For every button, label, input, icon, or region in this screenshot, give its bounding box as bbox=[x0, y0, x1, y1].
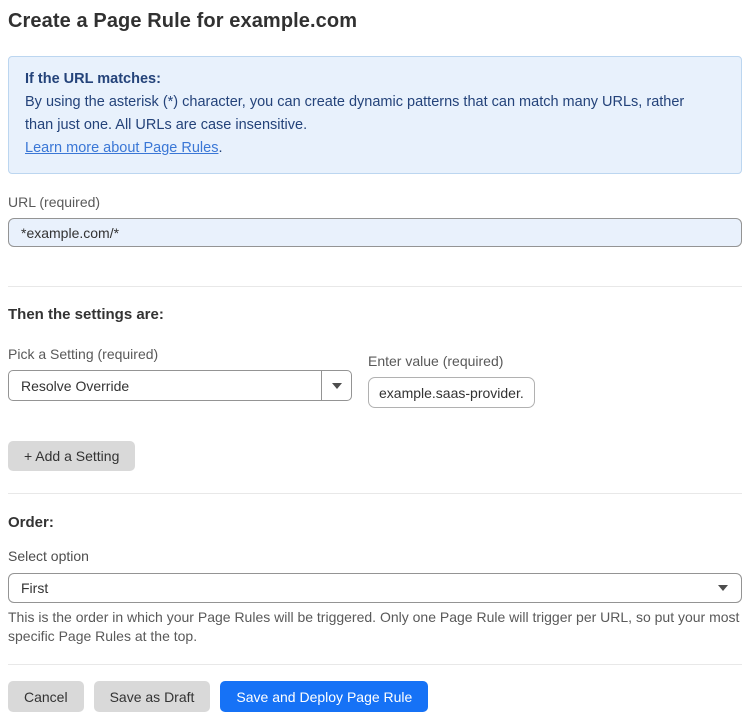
order-section-heading: Order: bbox=[8, 514, 54, 531]
pick-setting-column: Pick a Setting (required) Resolve Overri… bbox=[8, 346, 352, 401]
settings-row: Pick a Setting (required) Resolve Overri… bbox=[8, 346, 742, 408]
save-as-draft-button[interactable]: Save as Draft bbox=[93, 681, 211, 712]
link-period: . bbox=[218, 140, 223, 156]
learn-more-link[interactable]: Learn more about Page Rules bbox=[25, 140, 218, 156]
order-help-text: This is the order in which your Page Rul… bbox=[8, 609, 740, 644]
save-and-deploy-button[interactable]: Save and Deploy Page Rule bbox=[220, 681, 429, 712]
settings-section-heading: Then the settings are: bbox=[8, 306, 164, 323]
page-title: Create a Page Rule for example.com bbox=[8, 10, 358, 32]
setting-select-arrow-button[interactable] bbox=[321, 371, 351, 400]
setting-select-value: Resolve Override bbox=[21, 377, 130, 394]
info-box-body: By using the asterisk (*) character, you… bbox=[25, 94, 685, 133]
setting-select[interactable]: Resolve Override bbox=[8, 370, 352, 401]
order-select[interactable]: First bbox=[8, 573, 742, 603]
divider bbox=[8, 286, 742, 287]
enter-value-column: Enter value (required) bbox=[368, 353, 535, 408]
chevron-down-icon bbox=[718, 585, 728, 591]
pick-setting-label: Pick a Setting (required) bbox=[8, 346, 159, 362]
setting-value-input[interactable] bbox=[368, 377, 535, 408]
create-page-rule-form: Create a Page Rule for example.com If th… bbox=[0, 0, 750, 712]
divider bbox=[8, 493, 742, 494]
enter-value-label: Enter value (required) bbox=[368, 353, 504, 369]
url-field-section: URL (required) bbox=[8, 194, 742, 247]
info-box-link-line: Learn more about Page Rules. bbox=[25, 137, 725, 160]
chevron-down-icon bbox=[331, 382, 342, 389]
url-field-label: URL (required) bbox=[8, 194, 101, 210]
info-box-heading: If the URL matches: bbox=[25, 71, 161, 87]
url-input[interactable] bbox=[8, 218, 742, 247]
form-actions: Cancel Save as Draft Save and Deploy Pag… bbox=[8, 681, 742, 712]
order-select-value: First bbox=[21, 580, 49, 596]
order-select-label: Select option bbox=[8, 548, 89, 564]
url-match-info-box: If the URL matches: By using the asteris… bbox=[8, 56, 742, 174]
cancel-button[interactable]: Cancel bbox=[8, 681, 84, 712]
add-setting-button[interactable]: + Add a Setting bbox=[8, 441, 136, 471]
divider bbox=[8, 664, 742, 665]
